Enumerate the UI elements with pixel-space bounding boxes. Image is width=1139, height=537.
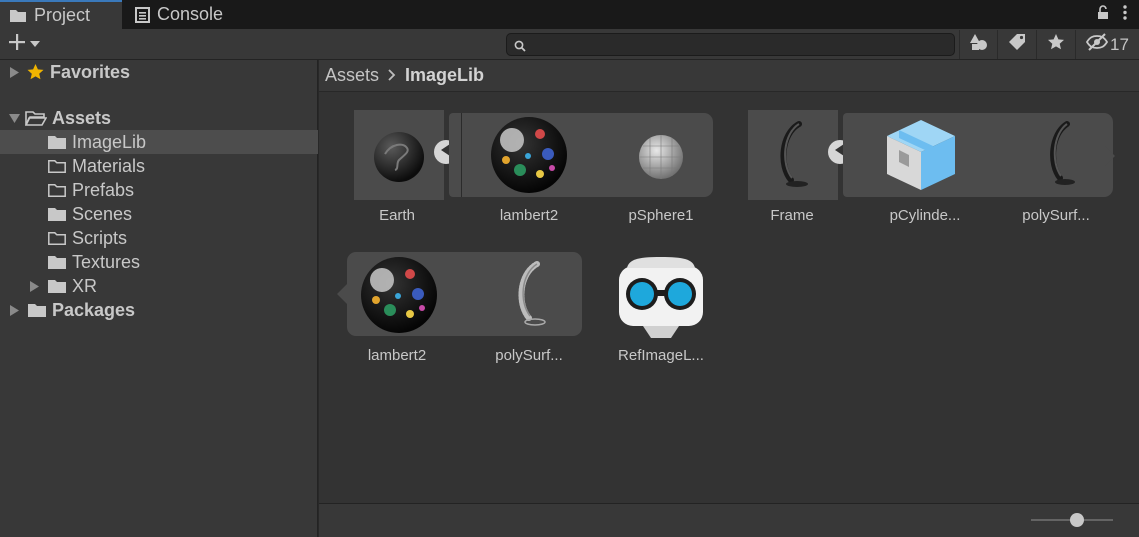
tree-item-scripts[interactable]: Scripts — [0, 226, 318, 250]
tab-bar: Project Console — [0, 0, 1139, 29]
star-icon — [1047, 33, 1065, 56]
frame-model-icon — [780, 121, 808, 187]
asset-footer — [319, 503, 1139, 537]
folder-icon — [47, 255, 67, 270]
search-by-label-button[interactable] — [997, 30, 1035, 59]
asset-label: RefImageL... — [618, 347, 704, 364]
expand-arrow-icon[interactable] — [7, 66, 21, 78]
folder-icon — [27, 303, 47, 318]
asset-earth-thumb[interactable] — [354, 110, 444, 200]
tree-label: Scenes — [72, 203, 133, 224]
asset-label: Frame — [770, 207, 814, 224]
search-input[interactable] — [506, 33, 955, 56]
polysurface-mesh-icon[interactable] — [1043, 120, 1079, 190]
shapes-icon — [969, 33, 988, 56]
collapse-arrow-icon[interactable] — [7, 113, 21, 123]
earth-model-icon — [374, 132, 424, 182]
folder-icon — [9, 8, 27, 23]
tab-project[interactable]: Project — [0, 0, 122, 29]
chevron-down-icon — [30, 35, 40, 53]
tag-icon — [1008, 33, 1026, 56]
psphere1-mesh-icon[interactable] — [638, 134, 684, 180]
reference-image-library-icon[interactable] — [615, 256, 707, 340]
tree-label: Textures — [72, 251, 141, 272]
tab-console[interactable]: Console — [122, 0, 242, 29]
project-toolbar: 17 — [0, 29, 1139, 60]
folder-tree: Favorites Assets ImageLib Materials Pref… — [0, 60, 318, 537]
tree-item-materials[interactable]: Materials — [0, 154, 318, 178]
more-options-icon[interactable] — [1123, 5, 1127, 25]
asset-label: pSphere1 — [628, 207, 694, 224]
create-button[interactable] — [8, 33, 40, 55]
folder-icon — [47, 207, 67, 222]
asset-label: pCylinde... — [889, 207, 961, 224]
folder-icon — [47, 135, 67, 150]
lambert2-material-icon[interactable] — [360, 256, 438, 334]
chevron-right-icon — [388, 65, 396, 86]
folder-empty-icon — [47, 231, 67, 246]
asset-label: Earth — [379, 207, 415, 224]
favorites-filter-button[interactable] — [1036, 30, 1074, 59]
tab-console-label: Console — [157, 4, 224, 24]
asset-browser: Assets ImageLib Earth lambert2 pSphere1 … — [319, 60, 1139, 503]
tree-label: Assets — [52, 107, 112, 128]
breadcrumb-assets[interactable]: Assets — [325, 65, 379, 86]
tree-item-imagelib[interactable]: ImageLib — [0, 130, 318, 154]
asset-frame-thumb[interactable] — [748, 110, 838, 200]
tree-label: Packages — [52, 299, 136, 320]
tree-label: Prefabs — [72, 179, 135, 200]
folder-open-icon — [25, 110, 47, 126]
search-by-type-button[interactable] — [959, 30, 997, 59]
tree-label: XR — [72, 275, 98, 296]
tree-item-scenes[interactable]: Scenes — [0, 202, 318, 226]
console-icon — [135, 6, 150, 23]
plus-icon — [8, 33, 26, 56]
hidden-count: 17 — [1110, 34, 1129, 54]
eye-hidden-icon — [1085, 33, 1109, 56]
tree-item-assets[interactable]: Assets — [0, 106, 318, 130]
folder-empty-icon — [47, 183, 67, 198]
asset-label: polySurf... — [1022, 207, 1090, 224]
asset-label: lambert2 — [499, 207, 559, 224]
tree-item-favorites[interactable]: Favorites — [0, 60, 318, 84]
tab-project-label: Project — [34, 5, 91, 25]
asset-label: lambert2 — [367, 347, 427, 364]
folder-icon — [47, 279, 67, 294]
zoom-slider-handle[interactable] — [1070, 513, 1084, 527]
breadcrumb-current[interactable]: ImageLib — [405, 65, 484, 86]
search-icon — [514, 39, 526, 57]
tree-label: Scripts — [72, 227, 128, 248]
asset-label: polySurf... — [495, 347, 563, 364]
tree-item-prefabs[interactable]: Prefabs — [0, 178, 318, 202]
lock-icon[interactable] — [1097, 5, 1109, 25]
expand-arrow-icon[interactable] — [7, 304, 21, 316]
tree-label: Materials — [72, 155, 146, 176]
tree-label: ImageLib — [72, 131, 147, 152]
star-icon — [26, 63, 45, 81]
tree-item-xr[interactable]: XR — [0, 274, 318, 298]
expand-indicator — [1105, 146, 1115, 166]
hidden-packages-toggle[interactable]: 17 — [1075, 30, 1139, 59]
prefab-cube-icon[interactable] — [885, 118, 957, 192]
lambert2-material-icon[interactable] — [490, 116, 568, 194]
continuation-indicator — [337, 284, 347, 304]
tree-label: Favorites — [50, 61, 131, 82]
divider — [461, 113, 462, 197]
folder-empty-icon — [47, 159, 67, 174]
tree-item-textures[interactable]: Textures — [0, 250, 318, 274]
polysurface-mesh-icon[interactable] — [511, 260, 551, 330]
breadcrumb: Assets ImageLib — [319, 60, 1139, 92]
expand-arrow-icon[interactable] — [27, 280, 41, 292]
tree-item-packages[interactable]: Packages — [0, 298, 318, 322]
